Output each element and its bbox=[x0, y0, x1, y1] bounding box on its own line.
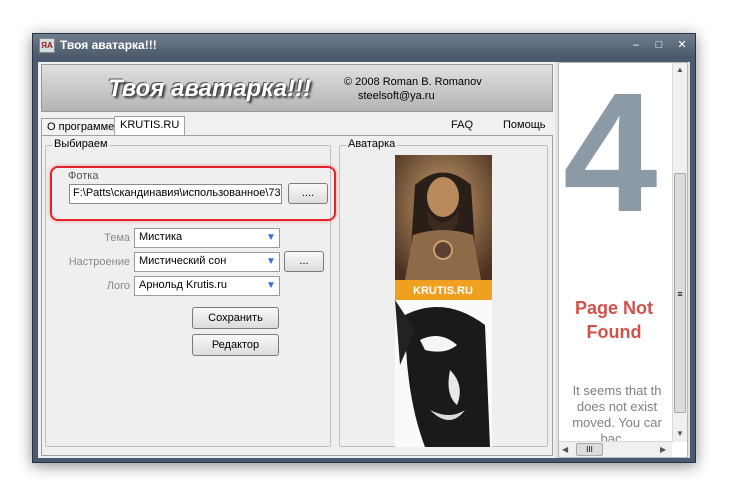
error-code-digit: 4 bbox=[563, 58, 658, 248]
photo-label: Фотка bbox=[68, 170, 99, 182]
app-icon: ЯА bbox=[39, 38, 55, 53]
chevron-down-icon: ▼ bbox=[266, 256, 276, 267]
choose-group-label: Выбираем bbox=[52, 138, 110, 150]
app-banner: Твоя аватарка!!! © 2008 Roman B. Romanov… bbox=[41, 64, 553, 112]
maximize-button[interactable]: □ bbox=[651, 38, 667, 52]
close-button[interactable]: ✕ bbox=[674, 38, 690, 52]
scroll-down-icon[interactable]: ▼ bbox=[676, 429, 684, 438]
banner-copyright: © 2008 Roman B. Romanov bbox=[344, 76, 482, 88]
photo-highlight: Фотка F:\Patts\скандинавия\использованно… bbox=[50, 166, 336, 221]
avatar-group: Аватарка KRUTIS.RU bbox=[339, 138, 548, 447]
minimize-button[interactable]: – bbox=[628, 38, 644, 52]
logo-value: Арнольд Krutis.ru bbox=[139, 279, 227, 291]
web-browser-pane[interactable]: 4 Page Not Found It seems that th does n… bbox=[558, 62, 688, 458]
theme-select[interactable]: Мистика ▼ bbox=[134, 228, 280, 248]
banner-email: steelsoft@ya.ru bbox=[358, 90, 435, 102]
logo-select[interactable]: Арнольд Krutis.ru ▼ bbox=[134, 276, 280, 296]
avatar-group-label: Аватарка bbox=[346, 138, 398, 150]
theme-value: Мистика bbox=[139, 231, 183, 243]
vertical-scroll-thumb[interactable]: ≡ bbox=[674, 173, 686, 413]
vertical-scrollbar[interactable]: ▲ ≡ ▼ bbox=[672, 63, 687, 442]
theme-label: Тема bbox=[104, 232, 130, 244]
mood-select[interactable]: Мистический сон ▼ bbox=[134, 252, 280, 272]
avatar-illustration: KRUTIS.RU bbox=[395, 155, 492, 447]
mood-value: Мистический сон bbox=[139, 255, 227, 267]
tab-about[interactable]: О программе bbox=[41, 118, 121, 136]
title-bar[interactable]: ЯА Твоя аватарка!!! – □ ✕ bbox=[33, 34, 695, 58]
app-window: ЯА Твоя аватарка!!! – □ ✕ Твоя аватарка!… bbox=[32, 33, 696, 463]
page-not-found-line1: Page Not bbox=[574, 298, 653, 318]
scroll-up-icon[interactable]: ▲ bbox=[676, 65, 684, 74]
avatar-image: KRUTIS.RU bbox=[395, 155, 492, 447]
tab-panel: Выбираем Фотка F:\Patts\скандинавия\испо… bbox=[41, 135, 553, 456]
banner-title: Твоя аватарка!!! bbox=[108, 75, 312, 102]
mood-more-button[interactable]: ... bbox=[284, 251, 324, 272]
page-not-found-line2: Found bbox=[586, 322, 642, 342]
logo-label: Лого bbox=[106, 280, 130, 292]
error-text-line2: does not exist bbox=[576, 399, 658, 414]
scroll-left-icon[interactable]: ◀ bbox=[562, 445, 568, 454]
choose-group: Выбираем Фотка F:\Patts\скандинавия\испо… bbox=[45, 138, 336, 447]
horizontal-scroll-thumb[interactable]: III bbox=[576, 443, 603, 456]
mood-label: Настроение bbox=[68, 256, 130, 268]
main-area: Твоя аватарка!!! © 2008 Roman B. Romanov… bbox=[38, 62, 555, 458]
window-client: Твоя аватарка!!! © 2008 Roman B. Romanov… bbox=[38, 62, 690, 458]
window-title: Твоя аватарка!!! bbox=[60, 38, 157, 52]
horizontal-scrollbar[interactable]: ◀ III ▶ bbox=[559, 441, 672, 457]
chevron-down-icon: ▼ bbox=[266, 232, 276, 243]
error-text-line3: moved. You car bbox=[572, 415, 662, 430]
editor-button[interactable]: Редактор bbox=[192, 334, 279, 356]
tab-krutis[interactable]: KRUTIS.RU bbox=[114, 116, 186, 136]
help-link[interactable]: Помощь bbox=[503, 119, 546, 131]
save-button[interactable]: Сохранить bbox=[192, 307, 279, 329]
browse-photo-button[interactable]: .... bbox=[288, 183, 328, 204]
faq-link[interactable]: FAQ bbox=[451, 119, 473, 131]
scroll-right-icon[interactable]: ▶ bbox=[660, 445, 666, 454]
chevron-down-icon: ▼ bbox=[266, 280, 276, 291]
tab-bar: О программе KRUTIS.RU FAQ Помощь bbox=[41, 116, 553, 136]
photo-path-input[interactable]: F:\Patts\скандинавия\использованное\73 bbox=[69, 184, 282, 204]
error-text-line1: It seems that th bbox=[572, 383, 662, 398]
avatar-banner-text: KRUTIS.RU bbox=[413, 285, 473, 297]
